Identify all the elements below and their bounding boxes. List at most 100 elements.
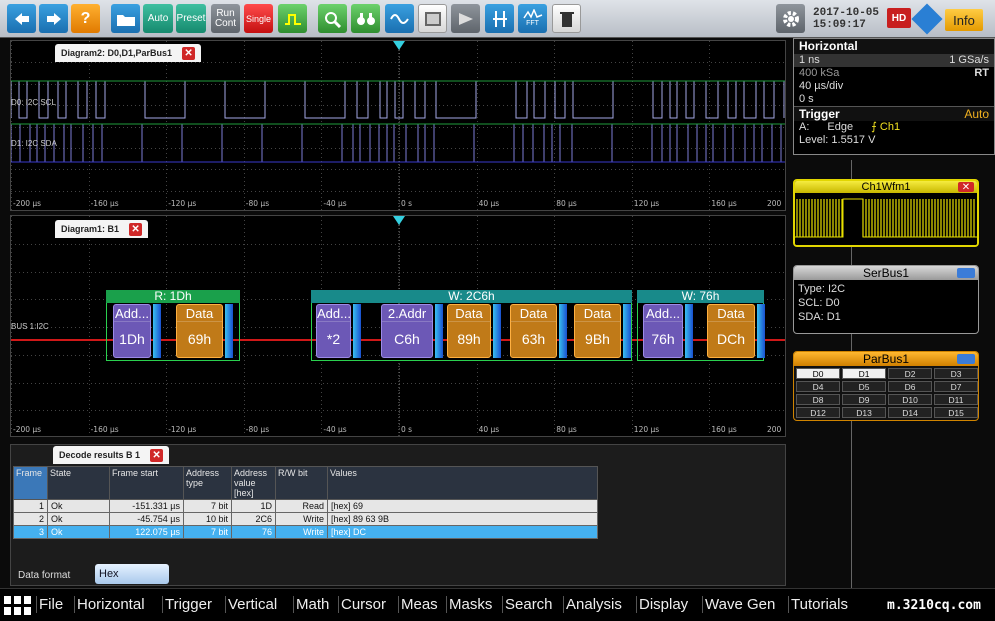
horizontal-info[interactable]: Horizontal 1 ns 1 GSa/s 400 kSa RT 40 µs/d… [793,38,995,155]
data-field[interactable]: Data 69h [176,304,223,358]
column-header[interactable]: Frame start [109,466,184,500]
undo-button[interactable] [7,4,36,33]
diagram2-tab[interactable]: Diagram2: D0,D1,ParBus1 ✕ [55,44,202,62]
single-button[interactable]: Single [244,4,273,33]
parbus-bit-d3[interactable]: D3 [934,368,978,379]
time-axis-tick: -40 µs [323,199,347,208]
decode-table[interactable]: Frame State Frame start Address type Address… [13,466,598,539]
parbus-bit-d10[interactable]: D10 [888,394,932,405]
serbus-box[interactable]: SerBus1 Type: I2C SCL: D0 SDA: D1 [793,265,979,334]
decode-results-panel[interactable]: Decode results B 1 ✕ Frame State Frame star… [10,444,786,586]
binoculars-button[interactable] [351,4,380,33]
hd-badge[interactable]: HD [887,8,911,28]
parbus-bit-d2[interactable]: D2 [888,368,932,379]
redo-button[interactable] [39,4,68,33]
time-axis-tick: -120 µs [168,199,197,208]
parbus-bit-d5[interactable]: D5 [842,381,886,392]
parbus-box[interactable]: ParBus1 D0 D1 D2 D3 D4 D5 D6 D7 D8 D9 D10 D11 D12 D13… [793,351,979,421]
menu-item-search[interactable]: Search [502,596,555,613]
close-icon[interactable]: ✕ [150,448,164,462]
frame-header[interactable]: R: 1Dh [106,290,240,303]
parbus-bit-d1[interactable]: D1 [842,368,886,379]
menu-item-vertical[interactable]: Vertical [225,596,279,613]
trigger-mode[interactable]: Auto [964,108,989,121]
table-row[interactable]: 1 Ok -151.331 µs 7 bit 1D Read [hex] 69 [13,499,598,513]
menu-item-trigger[interactable]: Trigger [162,596,214,613]
close-icon[interactable]: ✕ [129,222,143,236]
time-axis-tick: -120 µs [168,425,197,434]
address-field[interactable]: Add... 76h [643,304,683,358]
close-icon[interactable]: ✕ [182,46,196,60]
column-header[interactable]: Values [327,466,598,500]
column-header[interactable]: Frame [13,466,48,500]
zoom-button[interactable] [318,4,347,33]
column-header[interactable]: R/W bit [275,466,328,500]
settings-button[interactable] [776,4,805,33]
menu-bar: File Horizontal Trigger Vertical Math Cursor M… [0,588,995,621]
time-axis-tick: 120 µs [633,425,660,434]
column-header[interactable]: Address type [183,466,232,500]
data-field[interactable]: Data 9Bh [574,304,621,358]
open-button[interactable] [111,4,140,33]
diagram2-panel[interactable]: Diagram2: D0,D1,ParBus1 ✕ D0: I2C SCL D1:… [10,40,786,211]
minimize-icon[interactable] [957,354,975,364]
column-header[interactable]: State [47,466,110,500]
parbus-bit-d7[interactable]: D7 [934,381,978,392]
fft-button[interactable]: FFT [518,4,547,33]
menu-item-meas[interactable]: Meas [398,596,440,613]
minimize-icon[interactable] [957,268,975,278]
menu-item-tutorials[interactable]: Tutorials [788,596,850,613]
decode-tab[interactable]: Decode results B 1 ✕ [53,446,170,464]
frame-header[interactable]: W: 2C6h [311,290,632,303]
parbus-bit-d8[interactable]: D8 [796,394,840,405]
address-field[interactable]: Add... *2 [316,304,351,358]
menu-item-analysis[interactable]: Analysis [563,596,624,613]
table-row[interactable]: 2 Ok -45.754 µs 10 bit 2C6 Write [hex] 89 63 9… [13,512,598,526]
address-field[interactable]: 2.Addr C6h [381,304,433,358]
run-cont-button[interactable]: Run Cont [211,4,240,33]
info-button[interactable]: Info [945,9,983,31]
diagram1-tab[interactable]: Diagram1: B1 ✕ [55,220,149,238]
help-button[interactable]: ? [71,4,100,33]
frame-header[interactable]: W: 76h [637,290,764,303]
field-head: Data [448,305,490,322]
time-axis-tick: -200 µs [13,199,42,208]
column-header[interactable]: Address value [hex] [231,466,276,500]
parbus-bit-d6[interactable]: D6 [888,381,932,392]
table-row[interactable]: 3 Ok 122.075 µs 7 bit 76 Write [hex] DC [13,525,598,539]
delete-button[interactable] [552,4,581,33]
menu-item-file[interactable]: File [36,596,65,613]
menu-item-display[interactable]: Display [636,596,690,613]
data-field[interactable]: Data DCh [707,304,755,358]
address-field[interactable]: Add... 1Dh [113,304,151,358]
parbus-bit-d15[interactable]: D15 [934,407,978,418]
parbus-bit-d11[interactable]: D11 [934,394,978,405]
data-field[interactable]: Data 63h [510,304,557,358]
menu-item-masks[interactable]: Masks [446,596,494,613]
parbus-bit-d13[interactable]: D13 [842,407,886,418]
preset-button[interactable]: Preset [176,4,206,33]
parbus-bit-d9[interactable]: D9 [842,394,886,405]
waveform-button[interactable] [385,4,414,33]
menu-item-horizontal[interactable]: Horizontal [74,596,147,613]
ch1wfm-box[interactable]: Ch1Wfm1 ✕ [793,179,979,247]
parbus-bit-d4[interactable]: D4 [796,381,840,392]
diagram1-panel[interactable]: Diagram1: B1 ✕ BUS 1:I2C R: 1Dh Add... 1Dh D… [10,215,786,437]
apps-grid-icon[interactable] [4,596,31,616]
cursor-button[interactable] [485,4,514,33]
menu-item-wave-gen[interactable]: Wave Gen [702,596,777,613]
resolution: 1 ns [799,54,820,66]
gate-button[interactable] [451,4,480,33]
menu-item-math[interactable]: Math [293,596,331,613]
data-format-select[interactable]: Hex [95,564,169,584]
close-icon[interactable]: ✕ [958,182,974,193]
data-field[interactable]: Data 89h [447,304,491,358]
autoset-button[interactable]: Auto [143,4,173,33]
menu-item-cursor[interactable]: Cursor [338,596,388,613]
parbus-bit-d0[interactable]: D0 [796,368,840,379]
field-value: 89h [457,331,481,347]
hardcopy-button[interactable] [418,4,447,33]
parbus-bit-d12[interactable]: D12 [796,407,840,418]
measure-button[interactable] [278,4,307,33]
parbus-bit-d14[interactable]: D14 [888,407,932,418]
